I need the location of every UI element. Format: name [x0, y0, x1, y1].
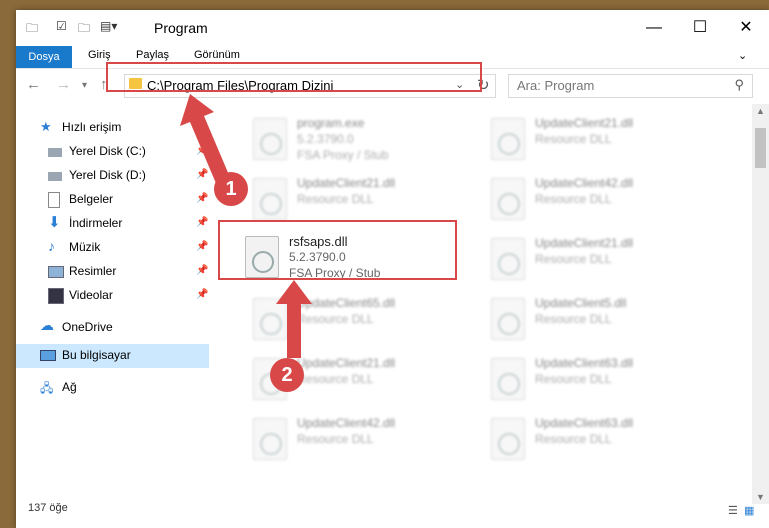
- status-bar-item-count: 137 öğe: [28, 502, 68, 514]
- tab-file[interactable]: Dosya: [16, 46, 72, 68]
- customize-icon[interactable]: ▤▾: [100, 19, 117, 33]
- pin-icon[interactable]: 📌: [196, 265, 208, 276]
- sidebar-item-downloads[interactable]: ⬇ İndirmeler 📌: [16, 212, 209, 236]
- sidebar-item-this-pc[interactable]: Bu bilgisayar: [16, 344, 209, 368]
- sidebar-item-onedrive[interactable]: ☁ OneDrive: [16, 316, 209, 340]
- computer-icon: [40, 350, 56, 361]
- scroll-up-icon[interactable]: ▲: [756, 106, 765, 116]
- list-item[interactable]: UpdateClient42.dll Resource DLL: [481, 172, 711, 228]
- forward-button[interactable]: →: [56, 76, 71, 93]
- search-placeholder: Ara: Program: [517, 78, 595, 93]
- new-folder-icon[interactable]: 🗀: [78, 19, 90, 40]
- search-icon: ⚲: [734, 77, 744, 92]
- sidebar-item-music[interactable]: ♪ Müzik 📌: [16, 236, 209, 260]
- address-highlight-box: [106, 62, 482, 92]
- details-view-icon[interactable]: ☰: [728, 504, 738, 517]
- sidebar-item-videos[interactable]: Videolar 📌: [16, 284, 209, 308]
- properties-icon[interactable]: ☑: [56, 19, 67, 33]
- tab-home[interactable]: Giriş: [88, 49, 111, 61]
- dll-file-icon: [491, 238, 525, 280]
- minimize-button[interactable]: —: [631, 10, 677, 46]
- large-icons-view-icon[interactable]: ▦: [744, 504, 754, 517]
- scrollbar-thumb[interactable]: [755, 128, 766, 168]
- recent-button[interactable]: ▾: [82, 80, 87, 91]
- cloud-icon: ☁: [40, 317, 54, 333]
- dll-file-icon: [253, 418, 287, 460]
- list-item[interactable]: UpdateClient63.dll Resource DLL: [481, 412, 711, 468]
- dll-file-icon: [491, 118, 525, 160]
- back-button[interactable]: ←: [26, 76, 41, 93]
- scroll-down-icon[interactable]: ▼: [756, 492, 765, 502]
- title-bar: 🗀 ☑ 🗀 ▤▾ Program — ☐ ✕: [16, 10, 769, 46]
- list-item[interactable]: program.exe 5.2.3790.0 FSA Proxy / Stub: [243, 112, 473, 168]
- list-item[interactable]: UpdateClient21.dll Resource DLL: [481, 232, 711, 288]
- dll-file-icon: [491, 358, 525, 400]
- videos-icon: [48, 288, 64, 304]
- pin-icon[interactable]: 📌: [196, 289, 208, 300]
- dll-file-icon: [491, 418, 525, 460]
- tab-view[interactable]: Görünüm: [194, 49, 240, 61]
- music-icon: ♪: [48, 238, 55, 254]
- list-item[interactable]: UpdateClient21.dll Resource DLL: [481, 112, 711, 168]
- maximize-button[interactable]: ☐: [677, 10, 723, 46]
- folder-icon: 🗀: [26, 21, 39, 35]
- file-highlight-box: [218, 220, 457, 280]
- step-badge-2: 2: [270, 358, 304, 392]
- search-input[interactable]: Ara: Program ⚲: [508, 74, 753, 98]
- drive-icon: [48, 172, 62, 181]
- exe-file-icon: [253, 118, 287, 160]
- list-item[interactable]: UpdateClient5.dll Resource DLL: [481, 292, 711, 348]
- dll-file-icon: [491, 178, 525, 220]
- dll-file-icon: [491, 298, 525, 340]
- dll-file-icon: [253, 178, 287, 220]
- star-icon: ★: [40, 119, 52, 134]
- pin-icon[interactable]: 📌: [196, 217, 208, 228]
- network-icon: 🖧: [40, 381, 54, 395]
- vertical-scrollbar[interactable]: ▲ ▼: [752, 104, 769, 504]
- documents-icon: [48, 192, 60, 208]
- chevron-down-icon[interactable]: ⌄: [738, 49, 747, 62]
- step-badge-1: 1: [214, 172, 248, 206]
- list-item[interactable]: UpdateClient63.dll Resource DLL: [481, 352, 711, 408]
- list-item[interactable]: UpdateClient42.dll Resource DLL: [243, 412, 473, 468]
- sidebar-item-network[interactable]: 🖧 Ağ: [16, 376, 209, 400]
- window-title: Program: [154, 20, 208, 36]
- pin-icon[interactable]: 📌: [196, 241, 208, 252]
- download-icon: ⬇: [48, 214, 61, 231]
- arrow-to-file-icon: [276, 280, 312, 358]
- tab-share[interactable]: Paylaş: [136, 49, 169, 61]
- sidebar-item-pictures[interactable]: Resimler 📌: [16, 260, 209, 284]
- drive-icon: [48, 148, 62, 157]
- close-button[interactable]: ✕: [723, 10, 769, 46]
- pictures-icon: [48, 266, 64, 278]
